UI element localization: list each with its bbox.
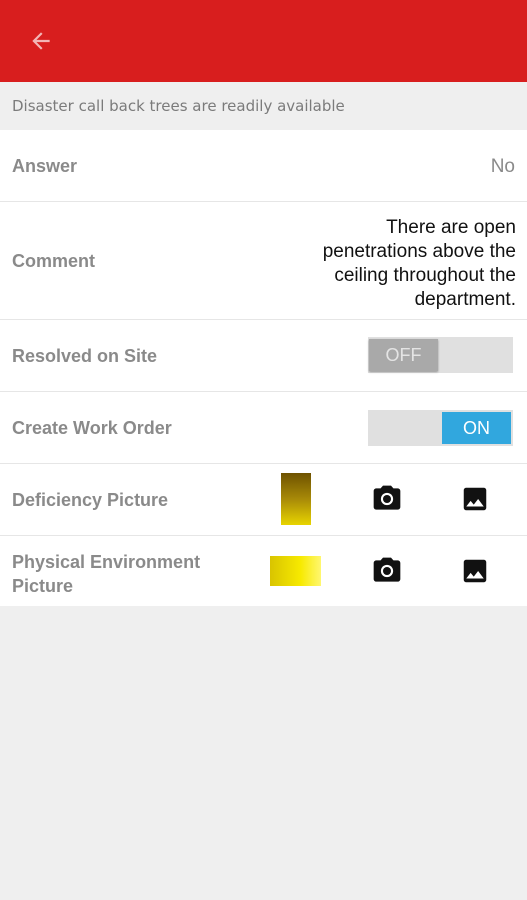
image-gallery-icon (463, 559, 487, 583)
create-work-order-toggle[interactable]: ON (368, 410, 513, 446)
arrow-back-icon (32, 32, 50, 50)
toggle-on-knob: ON (442, 412, 511, 444)
physical-environment-picture-thumbnail[interactable] (270, 556, 321, 586)
create-work-order-row: Create Work Order ON (0, 392, 527, 464)
details-card: Answer No Comment There are open penetra… (0, 130, 527, 606)
camera-icon (373, 485, 401, 510)
deficiency-picture-label: Deficiency Picture (12, 490, 169, 510)
resolved-on-site-label: Resolved on Site (12, 346, 158, 366)
deficiency-gallery-button[interactable] (455, 479, 495, 519)
resolved-on-site-row: Resolved on Site OFF (0, 320, 527, 392)
physical-environment-gallery-button[interactable] (455, 551, 495, 591)
resolved-on-site-toggle[interactable]: OFF (368, 337, 513, 373)
answer-label: Answer (12, 156, 78, 176)
deficiency-picture-row: Deficiency Picture (0, 464, 527, 536)
physical-environment-picture-row: Physical Environment Picture (0, 536, 527, 606)
comment-label: Comment (12, 251, 96, 271)
deficiency-picture-thumbnail[interactable] (281, 473, 311, 525)
create-work-order-label: Create Work Order (12, 418, 172, 438)
comment-row: Comment There are open penetrations abov… (0, 202, 527, 320)
physical-environment-camera-button[interactable] (367, 551, 407, 591)
image-gallery-icon (463, 487, 487, 511)
toggle-off-knob: OFF (369, 339, 438, 371)
app-bar (0, 0, 527, 82)
deficiency-camera-button[interactable] (367, 479, 407, 519)
answer-value[interactable]: No (491, 156, 515, 178)
physical-environment-picture-label: Physical Environment Picture (12, 552, 201, 596)
back-button[interactable] (18, 20, 64, 62)
camera-icon (373, 557, 401, 582)
answer-row: Answer No (0, 130, 527, 202)
comment-value[interactable]: There are open penetrations above the ce… (286, 216, 516, 312)
question-text: Disaster call back trees are readily ava… (0, 82, 527, 130)
